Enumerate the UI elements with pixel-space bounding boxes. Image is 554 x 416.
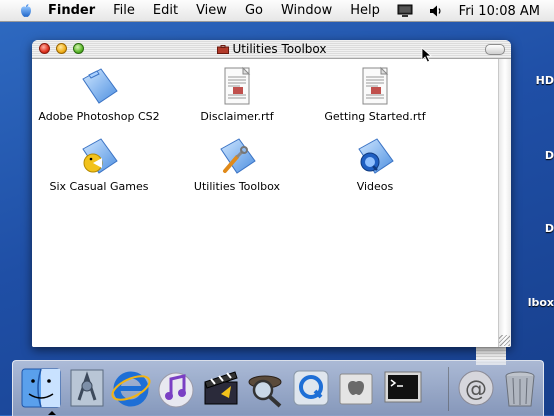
apple-icon[interactable] [18,3,34,19]
file-item[interactable]: Disclaimer.rtf [172,65,302,123]
videos-folder-icon [358,138,394,174]
volume-icon[interactable] [429,4,443,18]
menu-edit[interactable]: Edit [153,3,178,18]
file-label: Getting Started.rtf [324,110,426,123]
utilities-folder-icon [220,138,256,174]
itunes-icon[interactable] [154,366,198,410]
menu-go[interactable]: Go [245,3,263,18]
terminal-icon[interactable] [381,366,425,410]
menu-window[interactable]: Window [281,3,332,18]
desktop-label-2[interactable]: D [545,149,554,162]
window-title: Utilities Toolbox [32,42,511,56]
dock-separator [448,367,449,411]
menu-finder[interactable]: Finder [48,3,95,18]
file-item[interactable]: Adobe Photoshop CS2 [34,65,164,123]
window-right-edge [498,59,511,347]
desktop-label-toolbox[interactable]: lbox [528,296,554,309]
file-item[interactable]: Videos [310,135,440,193]
menu-view[interactable]: View [196,3,227,18]
window-title-text: Utilities Toolbox [232,42,327,56]
menu-help[interactable]: Help [350,3,380,18]
mouse-cursor-icon [421,47,433,63]
desktop-label-hd[interactable]: HD [536,74,554,87]
imovie-icon[interactable] [199,366,243,410]
menu-clock[interactable]: Fri 10:08 AM [459,4,540,19]
toolbar-toggle-button[interactable] [485,44,505,55]
resize-handle[interactable] [499,335,510,346]
toolbox-icon [216,45,229,54]
file-label: Adobe Photoshop CS2 [38,110,160,123]
running-indicator [48,411,56,415]
file-item[interactable]: Six Casual Games [34,135,164,193]
file-label: Videos [356,180,394,193]
svg-text:@: @ [465,377,487,402]
finder-icon[interactable] [19,366,63,410]
file-label: Utilities Toolbox [193,180,281,193]
display-icon[interactable] [397,4,413,18]
document-icon [224,66,251,105]
games-folder-icon [82,138,118,174]
window-titlebar[interactable]: Utilities Toolbox [32,40,511,59]
file-label: Disclaimer.rtf [200,110,274,123]
window-content: Adobe Photoshop CS2 Disclaimer.rtf Getti… [32,59,498,347]
file-label: Six Casual Games [49,180,149,193]
desktop-label-3[interactable]: D [545,222,554,235]
about-mac-icon[interactable] [334,366,378,410]
quicktime-icon[interactable] [289,366,333,410]
menu-file[interactable]: File [113,3,135,18]
folder-icon [82,68,118,104]
dock: @ [12,360,544,416]
file-item[interactable]: Utilities Toolbox [172,135,302,193]
system-preferences-icon[interactable] [65,366,109,410]
mail-icon[interactable]: @ [454,366,498,410]
internet-explorer-icon[interactable] [109,366,153,410]
menu-bar: Finder File Edit View Go Window Help Fri… [0,0,554,22]
document-icon [362,66,389,105]
finder-window: Utilities Toolbox Adobe Photoshop CS2 Di… [32,40,511,347]
sherlock-icon[interactable] [243,366,287,410]
file-item[interactable]: Getting Started.rtf [310,65,440,123]
trash-icon[interactable] [498,366,542,410]
